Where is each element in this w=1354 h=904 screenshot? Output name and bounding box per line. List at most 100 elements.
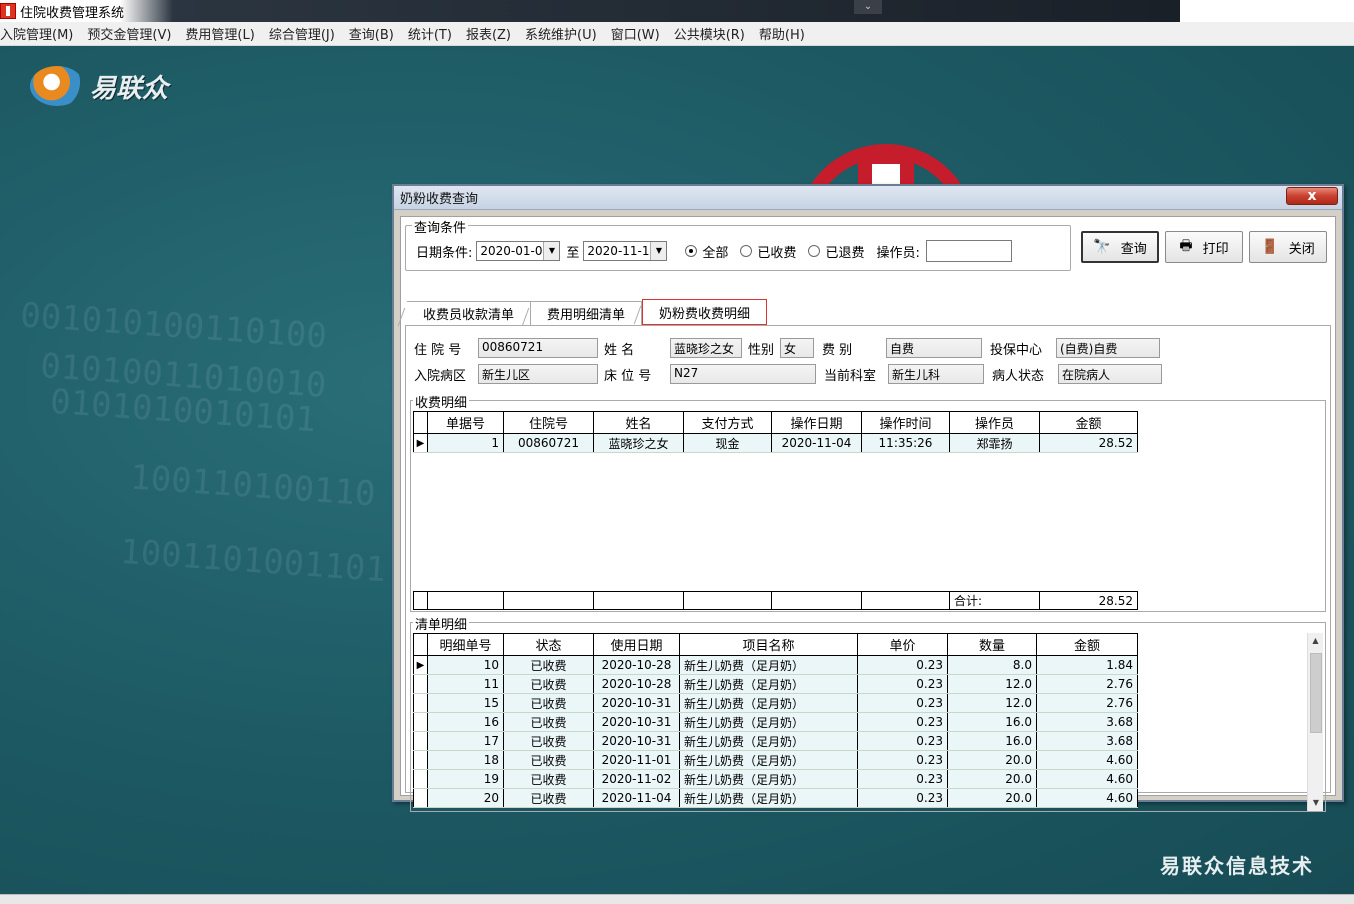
print-button[interactable]: 🖶 打印: [1165, 231, 1243, 263]
row-indicator[interactable]: [413, 674, 428, 694]
detail-table-row[interactable]: 16 已收费 2020-10-31 新生儿奶费（足月奶） 0.23 16.0 3.68: [413, 712, 1138, 732]
menu-general[interactable]: 综合管理(J): [262, 24, 342, 43]
charge-header-inpatient-no[interactable]: 住院号: [503, 411, 594, 434]
radio-dot[interactable]: [685, 245, 698, 257]
operator-input[interactable]: [925, 240, 1012, 262]
detail-header-use-date[interactable]: 使用日期: [593, 633, 680, 656]
detail-table-row[interactable]: 11 已收费 2020-10-28 新生儿奶费（足月奶） 0.23 12.0 2.76: [413, 674, 1138, 694]
total-cell-empty: [593, 591, 684, 610]
table-cell: 0.23: [857, 750, 948, 770]
tab-milk-fee-details[interactable]: 奶粉费收费明细: [642, 299, 768, 325]
table-cell: 蓝晓珍之女: [593, 433, 684, 453]
table-cell: 已收费: [503, 655, 594, 675]
menu-help[interactable]: 帮助(H): [752, 24, 812, 43]
radio-all[interactable]: 全部: [685, 242, 728, 261]
table-cell: 0.23: [857, 693, 948, 713]
row-indicator[interactable]: [413, 693, 428, 713]
fee-type-field: 自费: [886, 338, 982, 358]
date-from-select[interactable]: 2020-01-03 ▼: [476, 241, 561, 261]
current-row-arrow-icon[interactable]: ▶: [413, 433, 428, 453]
menu-common[interactable]: 公共模块(R): [667, 24, 752, 43]
charge-table-row[interactable]: ▶ 1 00860721 蓝晓珍之女 现金 2020-11-04 11:35:26 郑霏扬 28…: [413, 433, 1138, 453]
scroll-up-icon[interactable]: ▲: [1308, 633, 1323, 649]
detail-table-row[interactable]: 20 已收费 2020-11-04 新生儿奶费（足月奶） 0.23 20.0 4.60: [413, 788, 1138, 808]
detail-header-unit-price[interactable]: 单价: [857, 633, 948, 656]
charge-header-time[interactable]: 操作时间: [861, 411, 950, 434]
radio-charged[interactable]: 已收费: [740, 242, 796, 261]
detail-header-quantity[interactable]: 数量: [947, 633, 1037, 656]
close-icon[interactable]: x: [1286, 187, 1338, 205]
table-cell: 2020-11-02: [593, 769, 680, 789]
table-cell: 已收费: [503, 750, 594, 770]
table-cell: 4.60: [1036, 750, 1138, 770]
charge-header-name[interactable]: 姓名: [593, 411, 684, 434]
table-cell: 郑霏扬: [949, 433, 1040, 453]
tab-cashier-receipts[interactable]: 收费员收款清单: [407, 301, 532, 325]
table-cell: 19: [427, 769, 504, 789]
charge-header-receipt-no[interactable]: 单据号: [427, 411, 504, 434]
detail-header-item-no[interactable]: 明细单号: [427, 633, 504, 656]
chevron-down-icon[interactable]: ▼: [650, 242, 667, 260]
detail-table-row[interactable]: 19 已收费 2020-11-02 新生儿奶费（足月奶） 0.23 20.0 4.60: [413, 769, 1138, 789]
tab-fee-details[interactable]: 费用明细清单: [531, 301, 643, 325]
row-indicator[interactable]: [413, 750, 428, 770]
dialog-titlebar[interactable]: 奶粉收费查询: [394, 186, 1342, 210]
menu-prepayment[interactable]: 预交金管理(V): [80, 24, 178, 43]
detail-table-row[interactable]: ▶ 10 已收费 2020-10-28 新生儿奶费（足月奶） 0.23 8.0 1.84: [413, 655, 1138, 675]
scrollbar-thumb[interactable]: [1310, 653, 1322, 733]
table-cell: 1: [427, 433, 504, 453]
table-cell: 已收费: [503, 788, 594, 808]
table-cell: 新生儿奶费（足月奶）: [679, 731, 858, 751]
name-field: 蓝晓珍之女: [670, 338, 742, 358]
table-cell: 现金: [683, 433, 772, 453]
menu-statistics[interactable]: 统计(T): [401, 24, 459, 43]
table-cell: 17: [427, 731, 504, 751]
chevron-down-icon[interactable]: ▼: [543, 242, 560, 260]
date-to-select[interactable]: 2020-11-10 ▼: [583, 241, 668, 261]
charge-header-date[interactable]: 操作日期: [771, 411, 862, 434]
charge-header-operator[interactable]: 操作员: [949, 411, 1040, 434]
table-cell: 3.68: [1036, 731, 1138, 751]
charge-header-amount[interactable]: 金额: [1039, 411, 1138, 434]
row-indicator[interactable]: [413, 788, 428, 808]
close-button[interactable]: 🚪 关闭: [1249, 231, 1327, 263]
detail-header-indicator: [413, 633, 428, 656]
table-cell: 2020-11-04: [593, 788, 680, 808]
row-indicator[interactable]: [413, 712, 428, 732]
date-condition-label: 日期条件:: [416, 245, 473, 261]
total-value: 28.52: [1039, 591, 1138, 610]
menu-window[interactable]: 窗口(W): [604, 24, 667, 43]
charge-header-payment[interactable]: 支付方式: [683, 411, 772, 434]
menu-fees[interactable]: 费用管理(L): [178, 24, 261, 43]
menu-system[interactable]: 系统维护(U): [518, 24, 604, 43]
radio-dot[interactable]: [740, 245, 753, 257]
table-cell: 3.68: [1036, 712, 1138, 732]
detail-header-amount[interactable]: 金额: [1036, 633, 1138, 656]
patient-status-field: 在院病人: [1058, 364, 1162, 384]
radio-refunded[interactable]: 已退费: [808, 242, 864, 261]
query-button[interactable]: 🔭 查询: [1081, 231, 1159, 263]
department-label: 当前科室: [824, 368, 877, 384]
menu-query[interactable]: 查询(B): [342, 24, 401, 43]
detail-header-item-name[interactable]: 项目名称: [679, 633, 858, 656]
row-indicator[interactable]: [413, 731, 428, 751]
detail-table-row[interactable]: 17 已收费 2020-10-31 新生儿奶费（足月奶） 0.23 16.0 3.68: [413, 731, 1138, 751]
dialog-title: 奶粉收费查询: [400, 192, 479, 207]
radio-dot[interactable]: [808, 245, 821, 257]
menu-admission[interactable]: 入院管理(M): [0, 24, 80, 43]
patient-status-label: 病人状态: [992, 368, 1045, 384]
chevron-down-icon[interactable]: ⌄: [854, 0, 882, 14]
detail-table-row[interactable]: 15 已收费 2020-10-31 新生儿奶费（足月奶） 0.23 12.0 2.76: [413, 693, 1138, 713]
current-row-arrow-icon[interactable]: ▶: [413, 655, 428, 675]
row-indicator[interactable]: [413, 769, 428, 789]
detail-header-status[interactable]: 状态: [503, 633, 594, 656]
detail-table-row[interactable]: 18 已收费 2020-11-01 新生儿奶费（足月奶） 0.23 20.0 4.60: [413, 750, 1138, 770]
date-to-value: 2020-11-10: [587, 244, 651, 258]
detail-scrollbar[interactable]: ▲ ▼: [1307, 633, 1323, 811]
query-conditions-legend: 查询条件: [412, 217, 469, 236]
table-cell: 11: [427, 674, 504, 694]
item-details-group: 清单明细 明细单号 状态 使用日期 项目名称 单价 数量 金额 ▶ 10 已收费…: [410, 614, 1326, 812]
menu-reports[interactable]: 报表(Z): [459, 24, 518, 43]
date-from-value: 2020-01-03: [480, 244, 544, 258]
scroll-down-icon[interactable]: ▼: [1308, 795, 1324, 811]
